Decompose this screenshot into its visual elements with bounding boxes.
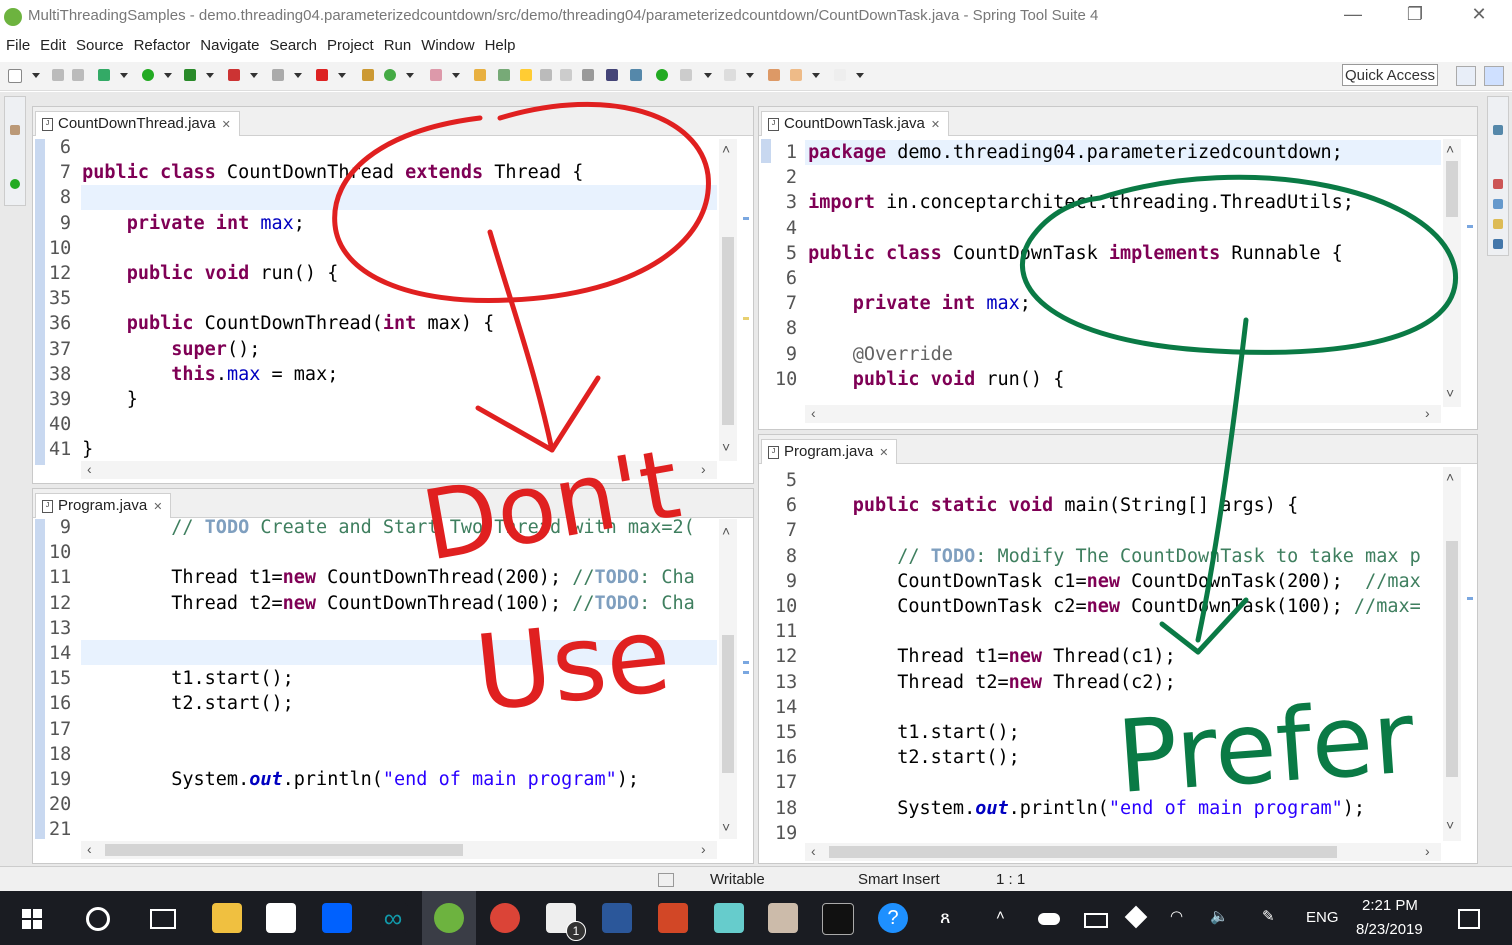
green-circle (1019, 174, 1458, 355)
ink-annotations: Don't Use Prefer (332, 101, 1458, 816)
red-ink-dont: Don't (415, 428, 688, 583)
red-ink-use: Use (470, 593, 676, 735)
green-ink-prefer: Prefer (1114, 678, 1419, 815)
green-arrow-shaft (1195, 317, 1249, 643)
red-circle (332, 101, 711, 304)
